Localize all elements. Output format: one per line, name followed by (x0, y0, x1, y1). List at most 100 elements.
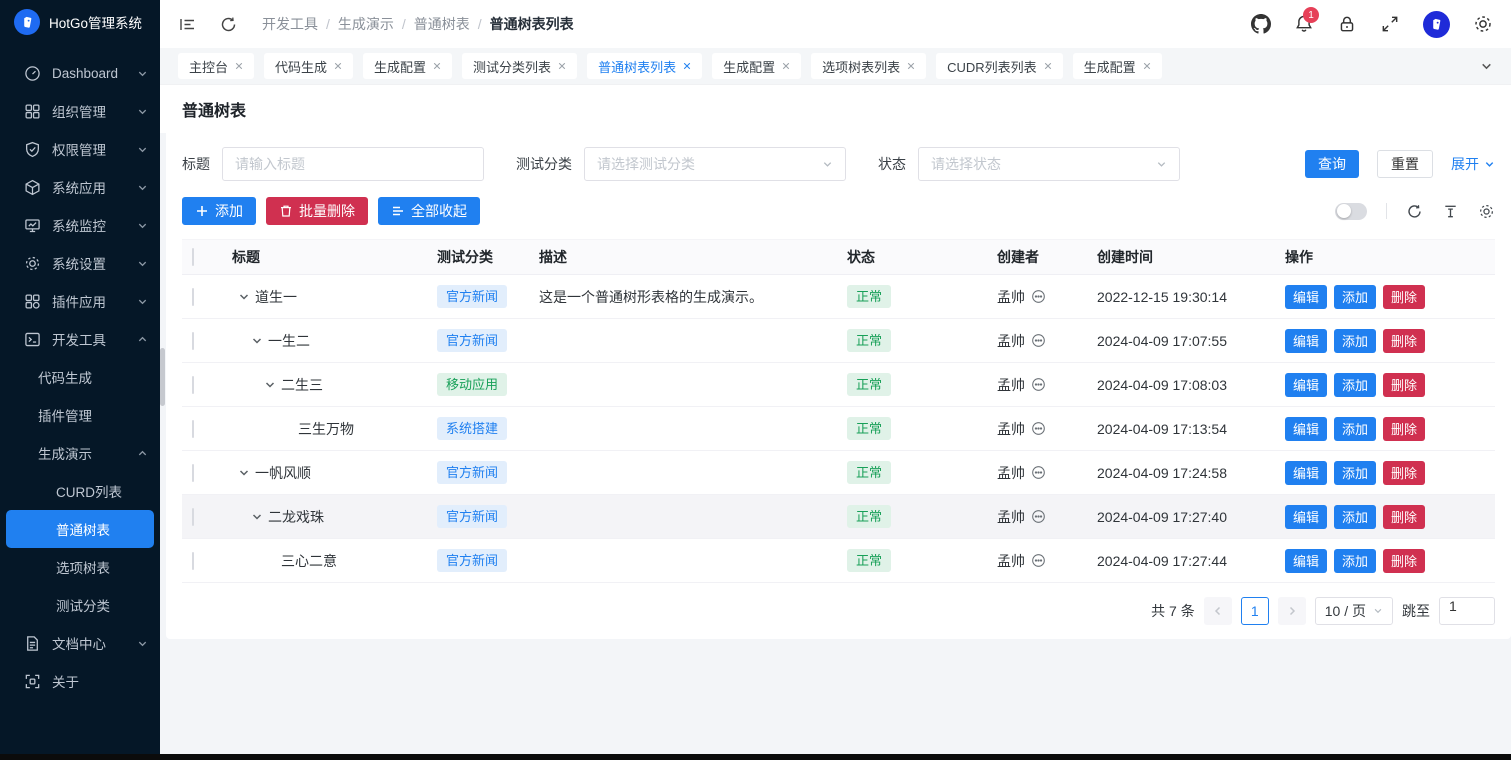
column-settings-gear-icon[interactable] (1478, 203, 1495, 220)
row-checkbox[interactable] (192, 420, 194, 438)
sidebar-item-code-gen[interactable]: 代码生成 (0, 358, 160, 396)
add-child-button[interactable]: 添加 (1334, 417, 1376, 441)
tab-item[interactable]: 生成配置 (363, 53, 452, 79)
batch-delete-button[interactable]: 批量删除 (266, 197, 368, 225)
edit-button[interactable]: 编辑 (1285, 285, 1327, 309)
delete-button[interactable]: 删除 (1383, 285, 1425, 309)
add-child-button[interactable]: 添加 (1334, 329, 1376, 353)
sidebar-item-dashboard[interactable]: Dashboard (0, 54, 160, 92)
tab-item-active[interactable]: 普通树表列表 (587, 53, 702, 79)
tree-collapse-icon[interactable] (238, 467, 250, 479)
add-button[interactable]: 添加 (182, 197, 256, 225)
edit-button[interactable]: 编辑 (1285, 505, 1327, 529)
creator-info-icon[interactable] (1031, 377, 1046, 392)
add-child-button[interactable]: 添加 (1334, 373, 1376, 397)
breadcrumb-item[interactable]: 开发工具 (262, 14, 318, 34)
sidebar-item-option-tree[interactable]: 选项树表 (0, 548, 160, 586)
next-page-button[interactable] (1278, 597, 1306, 625)
close-icon[interactable] (683, 62, 691, 70)
title-input[interactable] (235, 156, 471, 172)
delete-button[interactable]: 删除 (1383, 417, 1425, 441)
user-avatar[interactable] (1423, 11, 1450, 38)
creator-info-icon[interactable] (1031, 509, 1046, 524)
tab-item[interactable]: 选项树表列表 (811, 53, 926, 79)
lock-icon[interactable] (1337, 14, 1357, 34)
reload-table-icon[interactable] (1406, 203, 1423, 220)
row-checkbox[interactable] (192, 464, 194, 482)
add-child-button[interactable]: 添加 (1334, 549, 1376, 573)
tab-item[interactable]: 生成配置 (1073, 53, 1162, 79)
jump-to-input[interactable] (1449, 598, 1485, 614)
tab-item[interactable]: 代码生成 (264, 53, 353, 79)
tab-item[interactable]: 主控台 (178, 53, 254, 79)
expand-filters-link[interactable]: 展开 (1451, 154, 1495, 174)
sidebar-item-about[interactable]: 关于 (0, 662, 160, 700)
tab-item[interactable]: 生成配置 (712, 53, 801, 79)
edit-button[interactable]: 编辑 (1285, 461, 1327, 485)
tree-collapse-icon[interactable] (251, 335, 263, 347)
close-icon[interactable] (907, 62, 915, 70)
add-child-button[interactable]: 添加 (1334, 505, 1376, 529)
tree-collapse-icon[interactable] (251, 511, 263, 523)
category-select[interactable]: 请选择测试分类 (584, 147, 846, 181)
menu-fold-icon[interactable] (178, 15, 197, 34)
sidebar-item-system-settings[interactable]: 系统设置 (0, 244, 160, 282)
sidebar-item-normal-tree[interactable]: 普通树表 (6, 510, 154, 548)
page-size-select[interactable]: 10 / 页 (1315, 597, 1393, 625)
page-number-button[interactable]: 1 (1241, 597, 1269, 625)
delete-button[interactable]: 删除 (1383, 505, 1425, 529)
close-icon[interactable] (782, 62, 790, 70)
edit-button[interactable]: 编辑 (1285, 373, 1327, 397)
fullscreen-icon[interactable] (1380, 14, 1400, 34)
sidebar-item-test-category[interactable]: 测试分类 (0, 586, 160, 624)
close-icon[interactable] (1143, 62, 1151, 70)
github-icon[interactable] (1251, 14, 1271, 34)
row-checkbox[interactable] (192, 376, 194, 394)
row-checkbox[interactable] (192, 332, 194, 350)
close-icon[interactable] (1044, 62, 1052, 70)
app-logo[interactable]: HotGo管理系统 (0, 0, 160, 44)
delete-button[interactable]: 删除 (1383, 461, 1425, 485)
edit-button[interactable]: 编辑 (1285, 329, 1327, 353)
close-icon[interactable] (334, 62, 342, 70)
reset-button[interactable]: 重置 (1377, 150, 1433, 178)
row-height-icon[interactable] (1442, 203, 1459, 220)
sidebar-item-doc-center[interactable]: 文档中心 (0, 624, 160, 662)
tab-item[interactable]: 测试分类列表 (462, 53, 577, 79)
tree-collapse-icon[interactable] (264, 379, 276, 391)
delete-button[interactable]: 删除 (1383, 549, 1425, 573)
sidebar-item-system-monitor[interactable]: 系统监控 (0, 206, 160, 244)
sidebar-scrollbar-thumb[interactable] (160, 348, 165, 406)
settings-gear-icon[interactable] (1473, 14, 1493, 34)
row-checkbox[interactable] (192, 288, 194, 306)
prev-page-button[interactable] (1204, 597, 1232, 625)
tree-collapse-icon[interactable] (238, 291, 250, 303)
sidebar-item-org[interactable]: 组织管理 (0, 92, 160, 130)
striped-toggle[interactable] (1335, 203, 1367, 220)
tab-item[interactable]: CUDR列表列表 (936, 53, 1063, 79)
close-icon[interactable] (558, 62, 566, 70)
add-child-button[interactable]: 添加 (1334, 461, 1376, 485)
sidebar-item-permission[interactable]: 权限管理 (0, 130, 160, 168)
creator-info-icon[interactable] (1031, 333, 1046, 348)
breadcrumb-item[interactable]: 生成演示 (338, 14, 394, 34)
sidebar-item-curd-list[interactable]: CURD列表 (0, 472, 160, 510)
collapse-all-button[interactable]: 全部收起 (378, 197, 480, 225)
tabs-dropdown-chevron-icon[interactable] (1480, 60, 1493, 73)
creator-info-icon[interactable] (1031, 553, 1046, 568)
creator-info-icon[interactable] (1031, 465, 1046, 480)
select-all-checkbox[interactable] (192, 248, 194, 266)
close-icon[interactable] (433, 62, 441, 70)
delete-button[interactable]: 删除 (1383, 329, 1425, 353)
delete-button[interactable]: 删除 (1383, 373, 1425, 397)
sidebar-item-gen-demo[interactable]: 生成演示 (0, 434, 160, 472)
creator-info-icon[interactable] (1031, 289, 1046, 304)
row-checkbox[interactable] (192, 552, 194, 570)
edit-button[interactable]: 编辑 (1285, 417, 1327, 441)
refresh-icon[interactable] (219, 15, 238, 34)
edit-button[interactable]: 编辑 (1285, 549, 1327, 573)
sidebar-item-plugin-manage[interactable]: 插件管理 (0, 396, 160, 434)
status-select[interactable]: 请选择状态 (918, 147, 1180, 181)
notification-bell[interactable]: 1 (1294, 14, 1314, 34)
close-icon[interactable] (235, 62, 243, 70)
